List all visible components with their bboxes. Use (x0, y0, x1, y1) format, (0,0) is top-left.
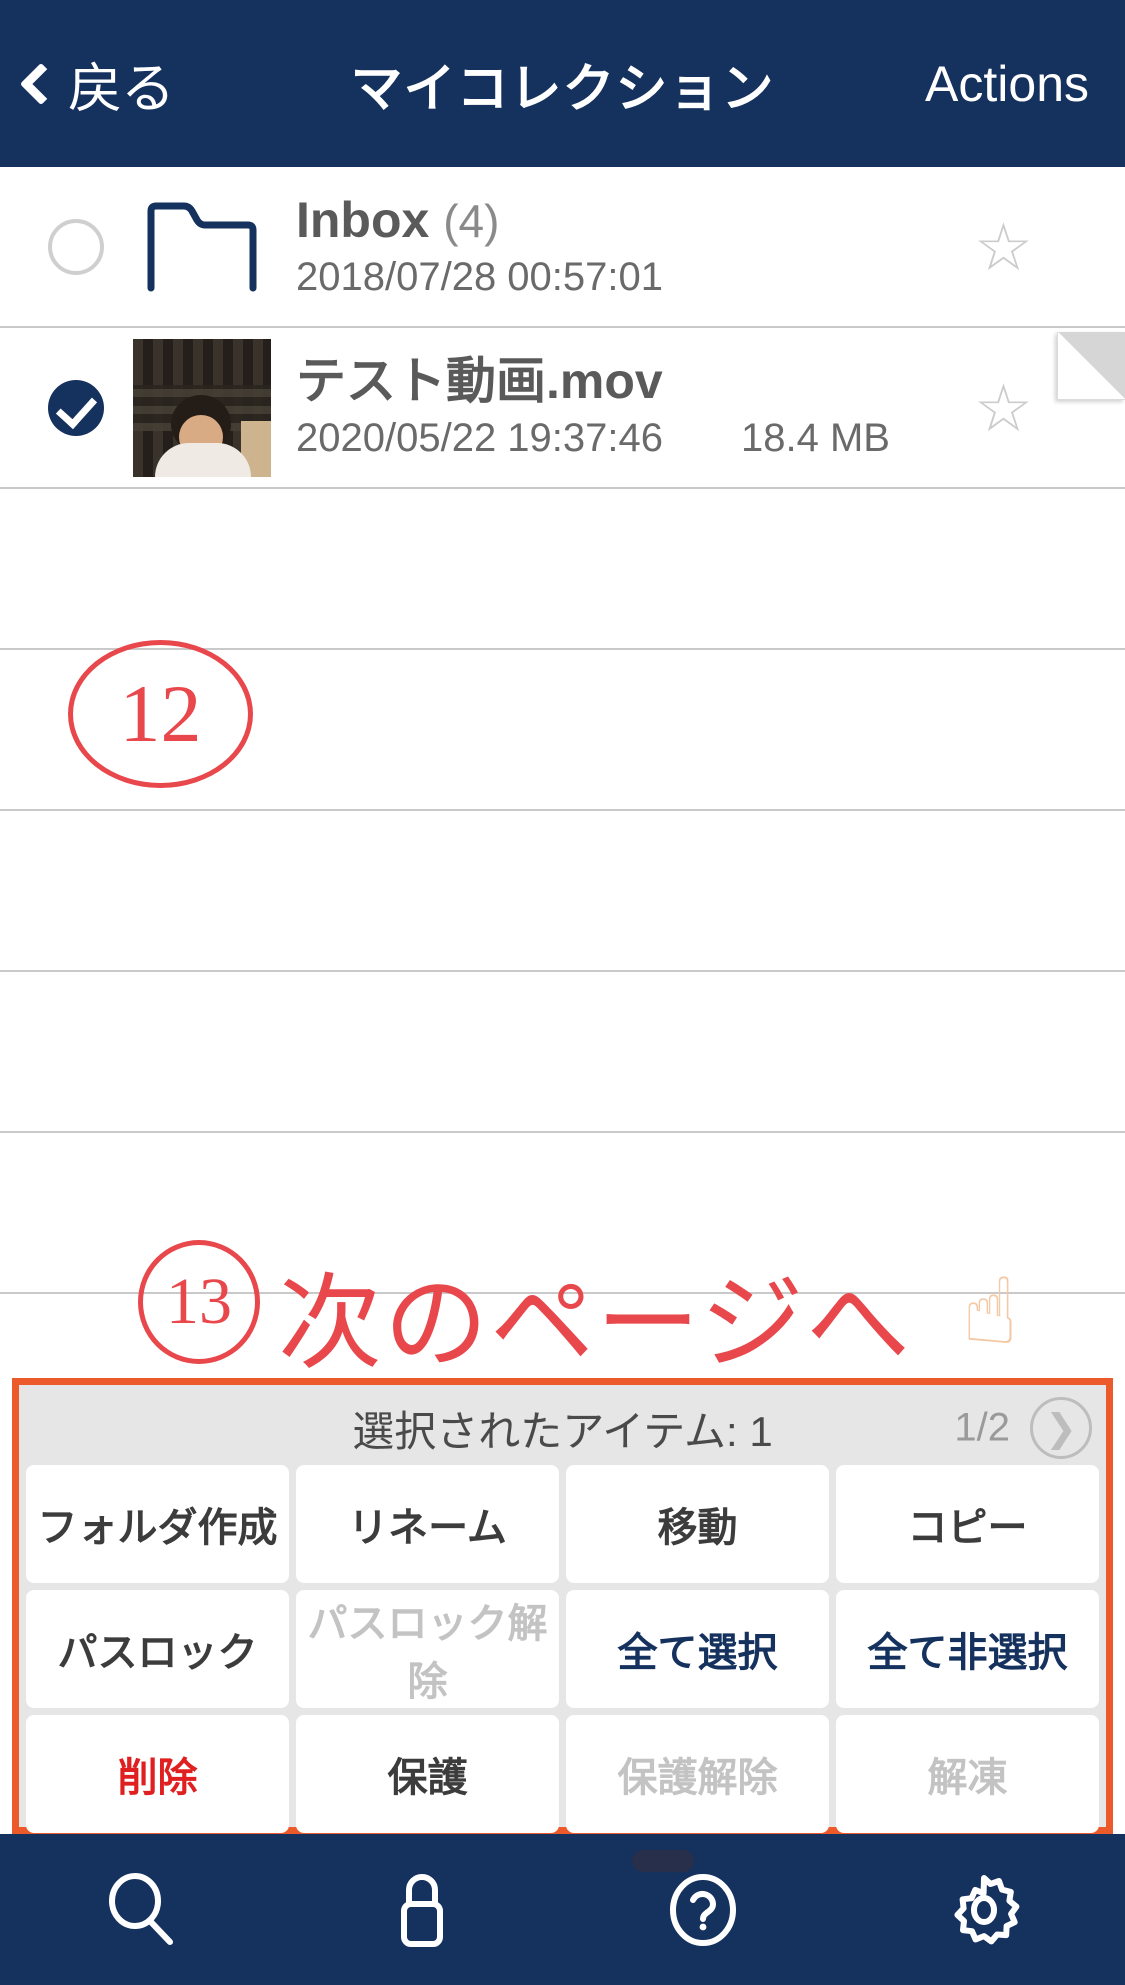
selected-items-label: 選択されたアイテム: 1 (352, 1407, 773, 1455)
action-panel: 選択されたアイテム: 1 1/2 ❯ フォルダ作成 リネーム 移動 コピー パス… (12, 1378, 1113, 1834)
action-button-delete[interactable]: 削除 (26, 1715, 289, 1833)
empty-list-row (0, 811, 1125, 972)
gear-icon (944, 1870, 1024, 1950)
action-button-move[interactable]: 移動 (566, 1465, 829, 1583)
file-list: Inbox (4) 2018/07/28 00:57:01 ☆ テスト動画.mo… (0, 167, 1125, 1455)
tab-search[interactable] (0, 1872, 281, 1948)
tab-settings[interactable] (844, 1870, 1125, 1950)
chevron-right-icon[interactable]: ❯ (1030, 1397, 1092, 1459)
action-button-unzip: 解凍 (836, 1715, 1099, 1833)
back-button-label: 戻る (68, 59, 175, 119)
row-icon-slot (122, 201, 282, 293)
navigation-bar: 戻る マイコレクション Actions (0, 0, 1125, 167)
action-button-protect[interactable]: 保護 (296, 1715, 559, 1833)
empty-list-row (0, 1133, 1125, 1294)
row-date: 2018/07/28 00:57:01 (296, 255, 664, 299)
video-thumbnail (133, 338, 271, 477)
row-item-count: (4) (443, 195, 500, 247)
tab-help[interactable] (563, 1870, 844, 1950)
app-screen: 戻る マイコレクション Actions Inbox (4) 2018/07/28… (0, 0, 1125, 1985)
action-button-rename[interactable]: リネーム (296, 1465, 559, 1583)
back-button[interactable]: 戻る (19, 44, 175, 123)
page-fold-corner-icon (1057, 332, 1125, 400)
action-button-copy[interactable]: コピー (836, 1465, 1099, 1583)
row-icon-slot (122, 338, 282, 477)
chevron-left-icon (19, 62, 63, 105)
action-button-passlock[interactable]: パスロック (26, 1590, 289, 1708)
row-title-text: テスト動画.mov (296, 353, 663, 409)
row-date: 2020/05/22 19:37:46 (296, 416, 664, 460)
tab-lock[interactable] (281, 1871, 562, 1949)
favorite-star-icon[interactable]: ☆ (974, 375, 1033, 441)
row-checkbox-unchecked[interactable] (48, 218, 104, 275)
empty-list-row (0, 972, 1125, 1133)
action-button-deselect-all[interactable]: 全て非選択 (836, 1590, 1099, 1708)
row-size: 18.4 MB (741, 416, 890, 460)
table-row[interactable]: テスト動画.mov 2020/05/22 19:37:46 18.4 MB ☆ (0, 328, 1125, 489)
screen-smudge (632, 1850, 694, 1872)
action-button-unprotect: 保護解除 (566, 1715, 829, 1833)
action-panel-header: 選択されたアイテム: 1 1/2 ❯ (19, 1391, 1106, 1465)
search-icon (104, 1872, 178, 1948)
lock-icon (391, 1871, 453, 1949)
empty-list-row (0, 650, 1125, 811)
action-button-grid: フォルダ作成 リネーム 移動 コピー パスロック パスロック解除 全て選択 全て… (19, 1465, 1106, 1840)
action-button-select-all[interactable]: 全て選択 (566, 1590, 829, 1708)
table-row[interactable]: Inbox (4) 2018/07/28 00:57:01 ☆ (0, 167, 1125, 328)
action-button-create-folder[interactable]: フォルダ作成 (26, 1465, 289, 1583)
row-title-text: Inbox (296, 192, 430, 248)
help-circle-icon (665, 1870, 741, 1950)
folder-icon (146, 201, 258, 293)
favorite-star-icon[interactable]: ☆ (974, 214, 1033, 280)
row-checkbox-checked[interactable] (48, 379, 104, 436)
action-button-passlock-release: パスロック解除 (296, 1590, 559, 1708)
actions-button[interactable]: Actions (925, 55, 1089, 113)
page-indicator: 1/2 (954, 1405, 1010, 1450)
tab-bar (0, 1834, 1125, 1985)
empty-list-row (0, 489, 1125, 650)
